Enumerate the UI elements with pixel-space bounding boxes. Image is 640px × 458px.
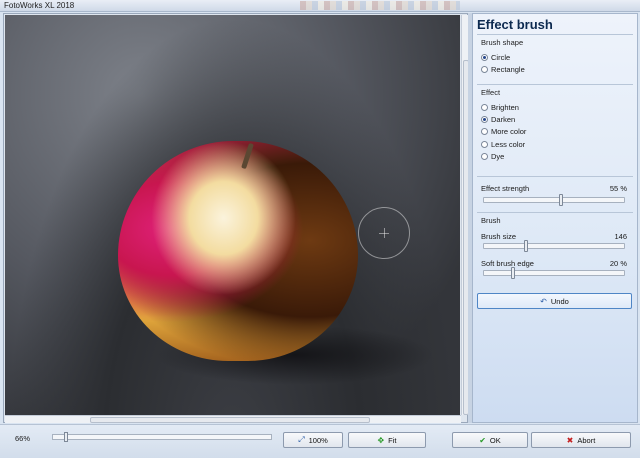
radio-darken-label: Darken <box>491 114 516 124</box>
radio-less-color[interactable]: Less color <box>481 139 525 149</box>
radio-more-color[interactable]: More color <box>481 126 526 136</box>
effect-strength-thumb[interactable] <box>559 194 563 206</box>
radio-circle[interactable]: Circle <box>481 52 510 62</box>
radio-brighten-label: Brighten <box>491 102 519 112</box>
horizontal-scroll-thumb[interactable] <box>90 417 370 423</box>
abort-button[interactable]: ✖ Abort <box>531 432 631 448</box>
effect-strength-slider[interactable] <box>483 194 625 206</box>
radio-more-color-label: More color <box>491 126 527 136</box>
radio-dye-label: Dye <box>491 151 505 161</box>
brush-size-thumb[interactable] <box>524 240 528 252</box>
brush-size-value: 146 <box>614 232 627 241</box>
ok-label: OK <box>489 435 501 445</box>
bottom-bar: 66% ⤢ 100% ✥ Fit ✔ OK ✖ Abort <box>0 424 640 458</box>
zoom-thumb[interactable] <box>64 432 68 442</box>
panel-title: Effect brush <box>477 17 553 32</box>
radio-less-color-label: Less color <box>491 139 526 149</box>
radio-rectangle-indicator[interactable] <box>481 65 488 73</box>
radio-darken-indicator[interactable] <box>481 115 488 123</box>
fit-label: Fit <box>388 435 397 445</box>
effect-brush-panel: Effect brush Brush shape Circle Rectangl… <box>472 13 638 423</box>
zoom-100-label: 100% <box>308 435 328 445</box>
window-title: FotoWorks XL 2018 <box>4 1 75 10</box>
ok-button[interactable]: ✔ OK <box>452 432 528 448</box>
radio-darken[interactable]: Darken <box>481 114 515 124</box>
fit-icon: ✥ <box>377 435 385 445</box>
radio-rectangle-label: Rectangle <box>491 64 525 74</box>
zoom-slider[interactable] <box>52 432 272 442</box>
soft-edge-label: Soft brush edge <box>481 259 534 268</box>
apple-image <box>118 141 358 361</box>
radio-brighten[interactable]: Brighten <box>481 102 519 112</box>
radio-circle-indicator[interactable] <box>481 53 488 61</box>
brush-shape-group: Brush shape Circle Rectangle <box>477 34 633 90</box>
undo-button[interactable]: ↶ Undo <box>477 293 632 309</box>
brush-size-label: Brush size <box>481 232 517 241</box>
brush-cursor-icon <box>358 207 410 259</box>
zoom-100-icon: ⤢ <box>298 435 305 444</box>
zoom-100-button[interactable]: ⤢ 100% <box>283 432 343 448</box>
effect-group: Effect Brighten Darken More color Less c… <box>477 84 633 184</box>
effect-strength-value: 55 % <box>609 184 627 193</box>
undo-label: Undo <box>550 296 569 306</box>
soft-edge-slider[interactable] <box>483 267 625 279</box>
check-icon: ✔ <box>479 435 486 445</box>
photo-apple[interactable] <box>5 15 460 415</box>
radio-dye-indicator[interactable] <box>481 152 488 160</box>
fit-button[interactable]: ✥ Fit <box>348 432 426 448</box>
radio-circle-label: Circle <box>491 52 511 62</box>
effect-strength-group: Effect strength 55 % <box>477 176 633 210</box>
radio-rectangle[interactable]: Rectangle <box>481 64 525 74</box>
image-canvas[interactable] <box>3 13 469 423</box>
effect-strength-label: Effect strength <box>481 184 530 193</box>
brush-size-slider[interactable] <box>483 240 625 252</box>
title-bar: FotoWorks XL 2018 <box>0 0 640 12</box>
zoom-level: 66% <box>15 434 31 443</box>
radio-less-color-indicator[interactable] <box>481 140 488 148</box>
abort-label: Abort <box>577 435 596 445</box>
soft-edge-thumb[interactable] <box>511 267 515 279</box>
brush-shape-label: Brush shape <box>481 38 524 47</box>
x-icon: ✖ <box>566 435 574 445</box>
toolbar-strip <box>300 1 460 10</box>
horizontal-scrollbar[interactable] <box>5 415 461 423</box>
brush-group: Brush Brush size 146 Soft brush edge 20 … <box>477 212 633 282</box>
radio-more-color-indicator[interactable] <box>481 127 488 135</box>
radio-dye[interactable]: Dye <box>481 151 504 161</box>
brush-label: Brush <box>481 216 501 225</box>
radio-brighten-indicator[interactable] <box>481 103 488 111</box>
effect-label: Effect <box>481 88 501 97</box>
undo-icon: ↶ <box>540 296 547 306</box>
soft-edge-value: 20 % <box>609 259 627 268</box>
